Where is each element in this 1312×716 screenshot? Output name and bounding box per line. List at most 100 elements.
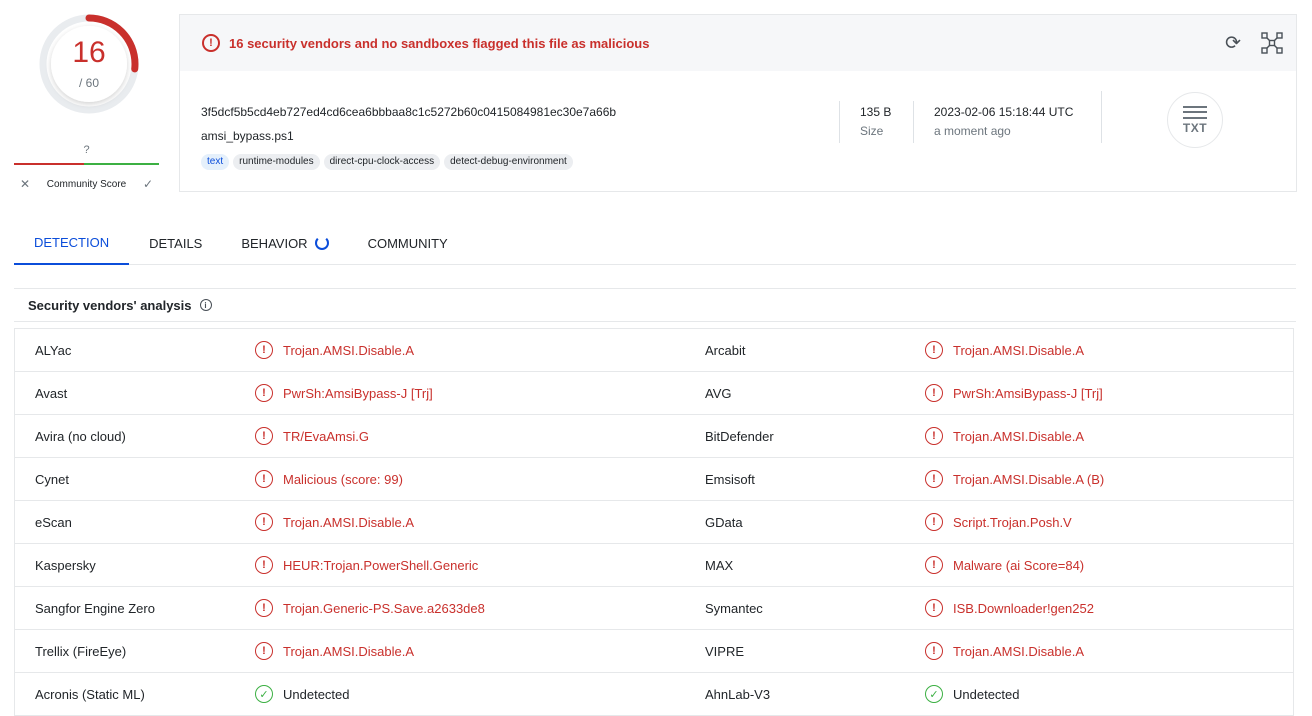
detection-result[interactable]: Trojan.AMSI.Disable.A: [283, 343, 414, 358]
table-cell: ! PwrSh:AmsiBypass-J [Trj]: [925, 372, 1103, 414]
detection-result[interactable]: ISB.Downloader!gen252: [953, 601, 1094, 616]
malicious-alert-icon: !: [255, 556, 273, 574]
engine-total: / 60: [78, 76, 99, 90]
detection-result[interactable]: Trojan.AMSI.Disable.A: [283, 515, 414, 530]
vendor-results-table: ALYac! Trojan.AMSI.Disable.A Arcabit! Troja…: [14, 328, 1294, 716]
malicious-alert-icon: !: [925, 513, 943, 531]
vendors-analysis-header: Security vendors' analysis i: [14, 288, 1296, 322]
file-size-label: Size: [860, 124, 884, 138]
close-icon: ✕: [19, 177, 31, 191]
tab-label: BEHAVIOR: [241, 235, 308, 251]
detection-result[interactable]: Trojan.AMSI.Disable.A: [283, 644, 414, 659]
file-tags: text runtime-modules direct-cpu-clock-ac…: [201, 154, 573, 170]
table-cell: Trellix (FireEye): [35, 630, 126, 672]
table-row: Sangfor Engine Zero! Trojan.Generic-PS.Sa…: [15, 587, 1293, 630]
detection-result[interactable]: Script.Trojan.Posh.V: [953, 515, 1072, 530]
community-score-row: ✕ Community Score ✓: [14, 175, 159, 193]
table-cell: Kaspersky: [35, 544, 96, 586]
detection-result[interactable]: Trojan.AMSI.Disable.A (B): [953, 472, 1104, 487]
table-row: Avast ! PwrSh:AmsiBypass-J [Trj] AVG ! PwrSh:…: [15, 372, 1293, 415]
malicious-alert-icon: !: [255, 513, 273, 531]
table-cell: ✓ Undetected: [255, 673, 350, 715]
detection-result[interactable]: PwrSh:AmsiBypass-J [Trj]: [953, 386, 1103, 401]
vendor-name: GData: [705, 514, 743, 530]
graph-icon[interactable]: [1260, 31, 1284, 55]
tab-community[interactable]: COMMUNITY: [348, 222, 468, 264]
check-icon: ✓: [142, 177, 154, 191]
detection-score-widget: 16 / 60 ? ✕ Community Score ✓: [14, 12, 159, 192]
tab-behavior[interactable]: BEHAVIOR: [222, 222, 347, 264]
table-cell: ! PwrSh:AmsiBypass-J [Trj]: [255, 372, 433, 414]
malicious-alert-icon: !: [925, 599, 943, 617]
tag-direct-cpu-clock-access[interactable]: direct-cpu-clock-access: [323, 154, 441, 170]
vendor-name: AVG: [705, 385, 732, 401]
table-row: Trellix (FireEye)! Trojan.AMSI.Disable.A V…: [15, 630, 1293, 673]
divider: [839, 101, 840, 143]
malicious-alert-icon: !: [255, 470, 273, 488]
detection-result[interactable]: PwrSh:AmsiBypass-J [Trj]: [283, 386, 433, 401]
detection-result[interactable]: Undetected: [283, 687, 350, 702]
table-cell: Symantec: [705, 587, 763, 629]
analysis-date: 2023-02-06 15:18:44 UTC: [934, 105, 1074, 119]
table-cell: BitDefender: [705, 415, 774, 457]
vendor-name: Acronis (Static ML): [35, 686, 145, 702]
vendor-name: BitDefender: [705, 428, 774, 444]
tab-detection[interactable]: DETECTION: [14, 222, 130, 265]
table-cell: Emsisoft: [705, 458, 755, 500]
detection-result[interactable]: Trojan.AMSI.Disable.A: [953, 429, 1084, 444]
info-icon[interactable]: i: [199, 299, 212, 311]
file-hash[interactable]: 3f5dcf5b5cd4eb727ed4cd6cea6bbbaa8c1c5272…: [201, 105, 616, 119]
analysis-date-relative: a moment ago: [934, 124, 1011, 138]
table-cell: ! Malicious (score: 99): [255, 458, 403, 500]
table-row: Acronis (Static ML) ✓ Undetected AhnLab-V3 ✓…: [15, 673, 1293, 716]
tag-text[interactable]: text: [201, 154, 230, 170]
table-cell: ! Trojan.AMSI.Disable.A (B): [925, 458, 1104, 500]
table-row: eScan! Trojan.AMSI.Disable.A GData! Script.…: [15, 501, 1293, 544]
file-name: amsi_bypass.ps1: [201, 129, 294, 143]
divider: [1101, 91, 1102, 143]
malicious-alert-icon: !: [255, 599, 273, 617]
table-row: Avira (no cloud)! TR/EvaAmsi.G BitDefender…: [15, 415, 1293, 458]
vendor-name: Avira (no cloud): [35, 428, 126, 444]
table-cell: ! Trojan.AMSI.Disable.A: [255, 329, 414, 371]
divider: [913, 101, 914, 143]
table-cell: Arcabit: [705, 329, 745, 371]
detection-result[interactable]: Trojan.AMSI.Disable.A: [953, 343, 1084, 358]
reanalyze-icon[interactable]: ⟳: [1222, 32, 1244, 54]
detection-result[interactable]: Trojan.Generic-PS.Save.a2633de8: [283, 601, 485, 616]
table-cell: ! Trojan.Generic-PS.Save.a2633de8: [255, 587, 485, 629]
detection-result[interactable]: Undetected: [953, 687, 1020, 702]
community-score-value: ?: [83, 144, 90, 156]
malicious-alert-icon: !: [925, 341, 943, 359]
detection-result[interactable]: Trojan.AMSI.Disable.A: [953, 644, 1084, 659]
detection-result[interactable]: Malware (ai Score=84): [953, 558, 1084, 573]
vendor-name: Avast: [35, 385, 68, 401]
alert-text: 16 security vendors and no sandboxes fla…: [229, 35, 650, 51]
detection-alert: ! 16 security vendors and no sandboxes f…: [180, 15, 1296, 71]
table-cell: ! Trojan.AMSI.Disable.A: [255, 501, 414, 543]
alert-icon: !: [202, 34, 220, 52]
vendor-name: Symantec: [705, 600, 763, 616]
tab-details[interactable]: DETAILS: [129, 222, 222, 264]
vendor-name: AhnLab-V3: [705, 686, 771, 702]
table-cell: ! Malware (ai Score=84): [925, 544, 1084, 586]
table-cell: Avira (no cloud): [35, 415, 126, 457]
table-row: Cynet! Malicious (score: 99) Emsisoft ! Troj…: [15, 458, 1293, 501]
table-row: ALYac! Trojan.AMSI.Disable.A Arcabit! Troja…: [15, 329, 1293, 372]
table-cell: VIPRE: [705, 630, 744, 672]
table-cell: Cynet: [35, 458, 69, 500]
detection-result[interactable]: TR/EvaAmsi.G: [283, 429, 369, 444]
vendor-name: VIPRE: [705, 643, 745, 659]
vote-malicious-button[interactable]: ✕: [14, 175, 36, 193]
detection-result[interactable]: Malicious (score: 99): [283, 472, 403, 487]
file-summary-panel: ! 16 security vendors and no sandboxes f…: [179, 14, 1297, 192]
file-type-label: TXT: [1182, 120, 1208, 135]
vote-harmless-button[interactable]: ✓: [137, 175, 159, 193]
table-cell: Acronis (Static ML): [35, 673, 145, 715]
detection-result[interactable]: HEUR:Trojan.PowerShell.Generic: [283, 558, 478, 573]
malicious-alert-icon: !: [925, 642, 943, 660]
tag-detect-debug-environment[interactable]: detect-debug-environment: [444, 154, 573, 170]
vendor-name: MAX: [705, 557, 734, 573]
tag-runtime-modules[interactable]: runtime-modules: [233, 154, 320, 170]
table-cell: MAX: [705, 544, 733, 586]
